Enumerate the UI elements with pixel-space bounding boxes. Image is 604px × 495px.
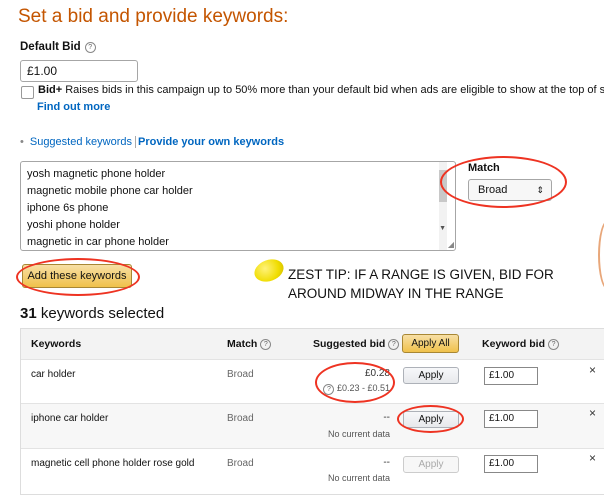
row2-match: Broad <box>227 413 254 424</box>
lemon-icon <box>251 255 287 286</box>
row3-match: Broad <box>227 458 254 469</box>
help-icon[interactable]: ? <box>84 41 96 53</box>
header-keywords-text: Keywords <box>31 338 82 350</box>
selected-text: keywords selected <box>36 305 165 322</box>
annotation-circle-range <box>315 362 395 403</box>
bid-plus-description: Bid+ Raises bids in this campaign up to … <box>38 84 604 96</box>
divider <box>21 448 604 449</box>
row3-suggested-bid: -- <box>383 457 390 468</box>
list-item[interactable]: yosh magnetic phone holder <box>21 166 455 183</box>
row2-keyword: iphone car holder <box>31 413 109 424</box>
row3-keyword: magnetic cell phone holder rose gold <box>31 458 195 469</box>
annotation-arc <box>598 220 604 290</box>
row2-no-data: No current data <box>327 429 390 439</box>
tab-provide-own-keywords[interactable]: Provide your own keywords <box>134 136 284 148</box>
default-bid-label-text: Default Bid <box>20 41 81 53</box>
page-title: Set a bid and provide keywords: <box>18 6 289 27</box>
row3-apply-button[interactable]: Apply <box>403 456 459 473</box>
list-item[interactable]: iphone 6s phone <box>21 200 455 217</box>
header-suggested-bid-text: Suggested bid <box>313 338 386 350</box>
zest-tip-line1: ZEST TIP: IF A RANGE IS GIVEN, BID FOR <box>288 267 554 282</box>
default-bid-label: Default Bid ? <box>20 41 96 53</box>
keyword-tabs: • Suggested keywords Provide your own ke… <box>20 136 284 148</box>
tab-suggested-keywords[interactable]: Suggested keywords <box>30 136 132 148</box>
header-keywords: Keywords <box>31 338 81 350</box>
help-icon[interactable]: ? <box>388 338 400 350</box>
annotation-circle-apply <box>397 405 464 433</box>
bullet: • <box>20 136 24 148</box>
find-out-more-link[interactable]: Find out more <box>37 101 110 113</box>
list-item[interactable]: yoshi phone holder <box>21 217 455 234</box>
divider <box>21 359 604 360</box>
row1-apply-button[interactable]: Apply <box>403 367 459 384</box>
zest-tip: ZEST TIP: IF A RANGE IS GIVEN, BID FOR A… <box>288 265 588 303</box>
bid-plus-checkbox[interactable] <box>21 86 34 99</box>
bid-plus-label: Bid+ <box>38 84 63 96</box>
annotation-circle-match <box>440 156 567 208</box>
list-item[interactable]: magnetic mobile phone car holder <box>21 183 455 200</box>
row3-keyword-bid-input[interactable]: £1.00 <box>484 455 538 473</box>
row1-keyword: car holder <box>31 369 76 380</box>
apply-all-button[interactable]: Apply All <box>402 334 459 353</box>
list-item[interactable]: magnetic in car phone holder <box>21 234 455 250</box>
header-match: Match? <box>227 338 272 350</box>
resize-handle-icon[interactable]: ◢ <box>448 240 454 249</box>
keyword-list[interactable]: yosh magnetic phone holder magnetic mobi… <box>20 161 456 251</box>
row3-no-data: No current data <box>327 473 390 483</box>
bid-plus-text: Raises bids in this campaign up to 50% m… <box>62 84 604 96</box>
row2-remove-icon[interactable]: × <box>589 406 596 420</box>
row2-suggested-bid: -- <box>383 412 390 423</box>
default-bid-input[interactable]: £1.00 <box>20 60 138 82</box>
row1-keyword-bid-input[interactable]: £1.00 <box>484 367 538 385</box>
scroll-down-icon[interactable]: ▼ <box>439 225 446 232</box>
keywords-selected-summary: 31 keywords selected <box>20 305 164 322</box>
help-icon[interactable]: ? <box>548 338 560 350</box>
row3-remove-icon[interactable]: × <box>589 451 596 465</box>
header-keyword-bid-text: Keyword bid <box>482 338 546 350</box>
selected-count: 31 <box>20 305 37 322</box>
zest-tip-line2: AROUND MIDWAY IN THE RANGE <box>288 286 504 301</box>
row1-remove-icon[interactable]: × <box>589 363 596 377</box>
header-keyword-bid: Keyword bid? <box>482 338 560 350</box>
row2-keyword-bid-input[interactable]: £1.00 <box>484 410 538 428</box>
header-suggested-bid: Suggested bid? <box>313 338 400 350</box>
row1-match: Broad <box>227 369 254 380</box>
annotation-circle-add <box>16 258 140 296</box>
header-match-text: Match <box>227 338 258 350</box>
help-icon[interactable]: ? <box>260 338 272 350</box>
